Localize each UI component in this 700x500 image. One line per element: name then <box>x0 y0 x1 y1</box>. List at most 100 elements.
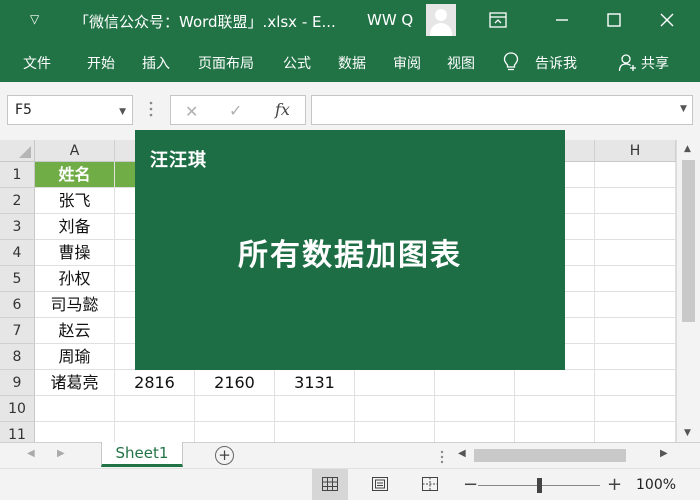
cell[interactable] <box>435 396 515 422</box>
cell[interactable]: 刘备 <box>35 214 115 240</box>
tab-review[interactable]: 审阅 <box>393 53 421 73</box>
cell[interactable]: 孙权 <box>35 266 115 292</box>
cell[interactable] <box>355 370 435 396</box>
normal-view-button[interactable] <box>312 469 348 500</box>
enter-icon[interactable]: ✓ <box>229 101 242 120</box>
page-layout-view-button[interactable] <box>362 469 398 500</box>
page-break-view-button[interactable] <box>412 469 448 500</box>
tab-page-layout[interactable]: 页面布局 <box>198 53 254 73</box>
vertical-scrollbar[interactable]: ▲ ▼ <box>676 140 700 442</box>
zoom-out-button[interactable]: − <box>463 474 478 495</box>
cell[interactable] <box>35 422 115 442</box>
cell[interactable] <box>115 422 195 442</box>
cell[interactable] <box>595 396 676 422</box>
cell[interactable]: 张飞 <box>35 188 115 214</box>
add-sheet-button[interactable]: + <box>215 446 234 465</box>
row-header[interactable]: 1 <box>0 162 35 188</box>
row-header[interactable]: 3 <box>0 214 35 240</box>
cell[interactable]: 2816 <box>115 370 195 396</box>
cell[interactable] <box>595 266 676 292</box>
cell[interactable] <box>595 292 676 318</box>
zoom-slider-thumb[interactable] <box>537 478 542 493</box>
scroll-right-icon[interactable]: ▶ <box>660 448 668 459</box>
maximize-icon[interactable] <box>602 8 626 32</box>
cell[interactable] <box>595 318 676 344</box>
cell[interactable] <box>515 370 595 396</box>
scroll-down-icon[interactable]: ▼ <box>684 428 691 438</box>
cell[interactable]: 2160 <box>195 370 275 396</box>
cell[interactable]: 赵云 <box>35 318 115 344</box>
column-header[interactable]: A <box>35 140 115 162</box>
cell[interactable] <box>275 396 355 422</box>
scroll-left-icon[interactable]: ◀ <box>458 448 466 459</box>
row-header[interactable]: 7 <box>0 318 35 344</box>
select-all-corner[interactable] <box>0 140 35 162</box>
row-header[interactable]: 2 <box>0 188 35 214</box>
cell[interactable] <box>595 422 676 442</box>
tab-split-handle-icon[interactable] <box>440 449 444 464</box>
cell[interactable]: 曹操 <box>35 240 115 266</box>
share-button[interactable]: 共享 <box>641 53 669 73</box>
sheet-tab-sheet1[interactable]: Sheet1 <box>101 442 183 467</box>
cell[interactable] <box>355 422 435 442</box>
row-header[interactable]: 6 <box>0 292 35 318</box>
cell[interactable]: 诸葛亮 <box>35 370 115 396</box>
zoom-level[interactable]: 100% <box>636 477 676 493</box>
cancel-icon[interactable]: ✕ <box>185 102 198 121</box>
cell[interactable] <box>115 396 195 422</box>
cell[interactable] <box>515 422 595 442</box>
cell[interactable]: 司马懿 <box>35 292 115 318</box>
chevron-down-icon[interactable]: ▼ <box>119 107 126 117</box>
vertical-scroll-thumb[interactable] <box>682 160 695 322</box>
expand-formula-bar-icon[interactable]: ▼ <box>680 104 692 114</box>
cell[interactable] <box>595 240 676 266</box>
zoom-in-button[interactable]: + <box>607 474 622 495</box>
cell[interactable] <box>595 188 676 214</box>
cell[interactable] <box>595 162 676 188</box>
tell-me-search[interactable]: 告诉我 <box>535 53 577 73</box>
tab-data[interactable]: 数据 <box>338 53 366 73</box>
formula-input[interactable] <box>311 95 693 125</box>
sheet-nav-left-icon[interactable]: ◀ <box>27 448 35 459</box>
cell[interactable] <box>435 422 515 442</box>
column-header[interactable]: H <box>595 140 676 162</box>
ribbon-display-options-icon[interactable] <box>486 8 510 32</box>
avatar[interactable] <box>426 4 456 36</box>
row-header[interactable]: 11 <box>0 422 35 442</box>
horizontal-scroll-thumb[interactable] <box>474 449 626 462</box>
tab-formulas[interactable]: 公式 <box>283 53 311 73</box>
quick-access-dropdown-icon[interactable]: ▽ <box>30 12 39 26</box>
tab-insert[interactable]: 插入 <box>142 53 170 73</box>
cell[interactable] <box>35 396 115 422</box>
cell[interactable] <box>595 214 676 240</box>
share-user-icon[interactable] <box>618 53 638 73</box>
scroll-up-icon[interactable]: ▲ <box>684 144 691 154</box>
minimize-icon[interactable] <box>550 8 574 32</box>
cell[interactable]: 3131 <box>275 370 355 396</box>
cell[interactable] <box>595 370 676 396</box>
row-header[interactable]: 5 <box>0 266 35 292</box>
cell[interactable] <box>595 344 676 370</box>
user-name[interactable]: WW Q <box>367 11 413 29</box>
row-header[interactable]: 4 <box>0 240 35 266</box>
row-header[interactable]: 10 <box>0 396 35 422</box>
cell[interactable]: 姓名 <box>35 162 115 188</box>
row-header[interactable]: 8 <box>0 344 35 370</box>
cell[interactable]: 周瑜 <box>35 344 115 370</box>
insert-function-icon[interactable]: fx <box>275 100 290 119</box>
lightbulb-icon[interactable] <box>502 51 520 73</box>
cell[interactable] <box>195 396 275 422</box>
cell[interactable] <box>355 396 435 422</box>
row-header[interactable]: 9 <box>0 370 35 396</box>
drag-handle-icon[interactable] <box>149 100 153 118</box>
tab-view[interactable]: 视图 <box>447 53 475 73</box>
name-box[interactable]: F5 ▼ <box>7 95 133 125</box>
close-icon[interactable] <box>655 8 679 32</box>
cell[interactable] <box>435 370 515 396</box>
cell[interactable] <box>515 396 595 422</box>
tab-home[interactable]: 开始 <box>87 53 115 73</box>
tab-file[interactable]: 文件 <box>23 53 51 73</box>
cell[interactable] <box>275 422 355 442</box>
sheet-nav-right-icon[interactable]: ▶ <box>57 448 65 459</box>
cell[interactable] <box>195 422 275 442</box>
